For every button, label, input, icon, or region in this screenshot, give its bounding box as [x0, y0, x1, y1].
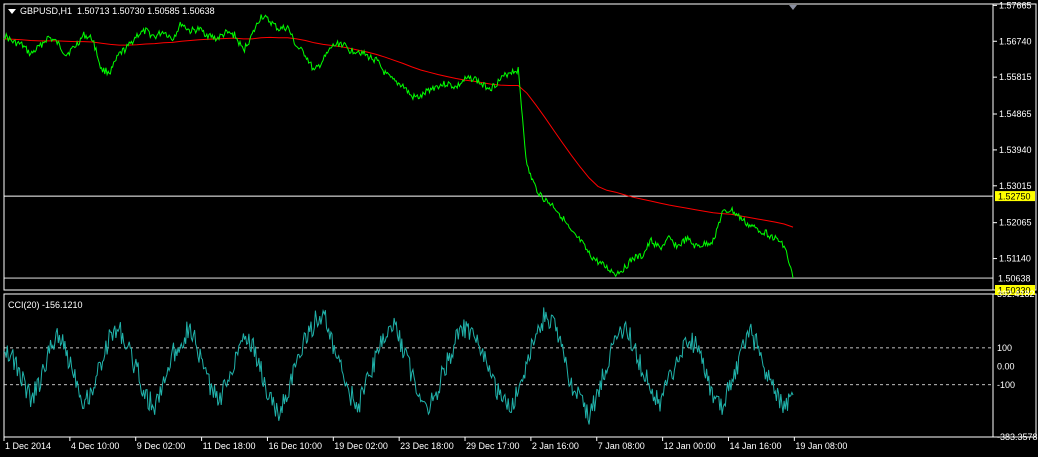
- moving-average-line: [3, 36, 794, 228]
- time-tick-label: 9 Dec 02:00: [137, 441, 186, 451]
- cci-tick-label: 0.00: [997, 361, 1015, 371]
- time-tick-label: 12 Jan 00:00: [664, 441, 716, 451]
- level-label: 1.50638: [998, 274, 1031, 284]
- chart-frame: [3, 3, 1037, 438]
- price-panel-border: [3, 3, 1037, 291]
- cci-tick-label: -383.3578: [997, 432, 1038, 442]
- price-tick-label: 1.54865: [999, 109, 1032, 119]
- time-tick-label: 14 Jan 16:00: [729, 441, 781, 451]
- cci-tick-label: 392.4182: [997, 289, 1035, 299]
- time-tick-label: 1 Dec 2014: [5, 441, 51, 451]
- time-tick-label: 2 Jan 16:00: [532, 441, 579, 451]
- cci-line: [3, 307, 794, 425]
- price-tick-label: 1.51140: [999, 254, 1031, 264]
- time-tick-label: 7 Jan 08:00: [598, 441, 645, 451]
- chart-canvas[interactable]: 1.57665 1.56740 1.55815 1.54865 1.53940 1.530…: [0, 0, 1038, 457]
- cci-tick-label: 100: [997, 343, 1012, 353]
- time-tick-label: 29 Dec 17:00: [466, 441, 520, 451]
- price-tick-label: 1.52065: [999, 218, 1032, 228]
- price-tick-label: 1.53940: [999, 145, 1032, 155]
- time-tick-label: 19 Jan 08:00: [795, 441, 847, 451]
- level-label: 1.52750: [998, 192, 1031, 202]
- time-tick-label: 4 Dec 10:00: [71, 441, 120, 451]
- price-tick-label: 1.57665: [999, 0, 1032, 10]
- price-tick-label: 1.55815: [999, 72, 1032, 82]
- cci-panel-border: [3, 293, 1037, 438]
- price-tick-label: 1.56740: [999, 36, 1032, 46]
- price-panel: 1.57665 1.56740 1.55815 1.54865 1.53940 1.530…: [3, 0, 1035, 296]
- time-tick-label: 11 Dec 18:00: [203, 441, 256, 451]
- price-line: [3, 14, 794, 279]
- cci-panel: 392.4182 100 0.00 -100 -383.3578: [3, 289, 1038, 442]
- time-tick-label: 23 Dec 18:00: [400, 441, 454, 451]
- time-tick-label: 16 Dec 10:00: [268, 441, 322, 451]
- time-axis: 1 Dec 2014 4 Dec 10:00 9 Dec 02:00 11 Dec 1…: [3, 437, 847, 451]
- time-tick-label: 19 Dec 02:00: [334, 441, 388, 451]
- cci-tick-label: -100: [997, 380, 1015, 390]
- price-tick-label: 1.53015: [999, 181, 1032, 191]
- shift-marker-icon[interactable]: [789, 5, 797, 10]
